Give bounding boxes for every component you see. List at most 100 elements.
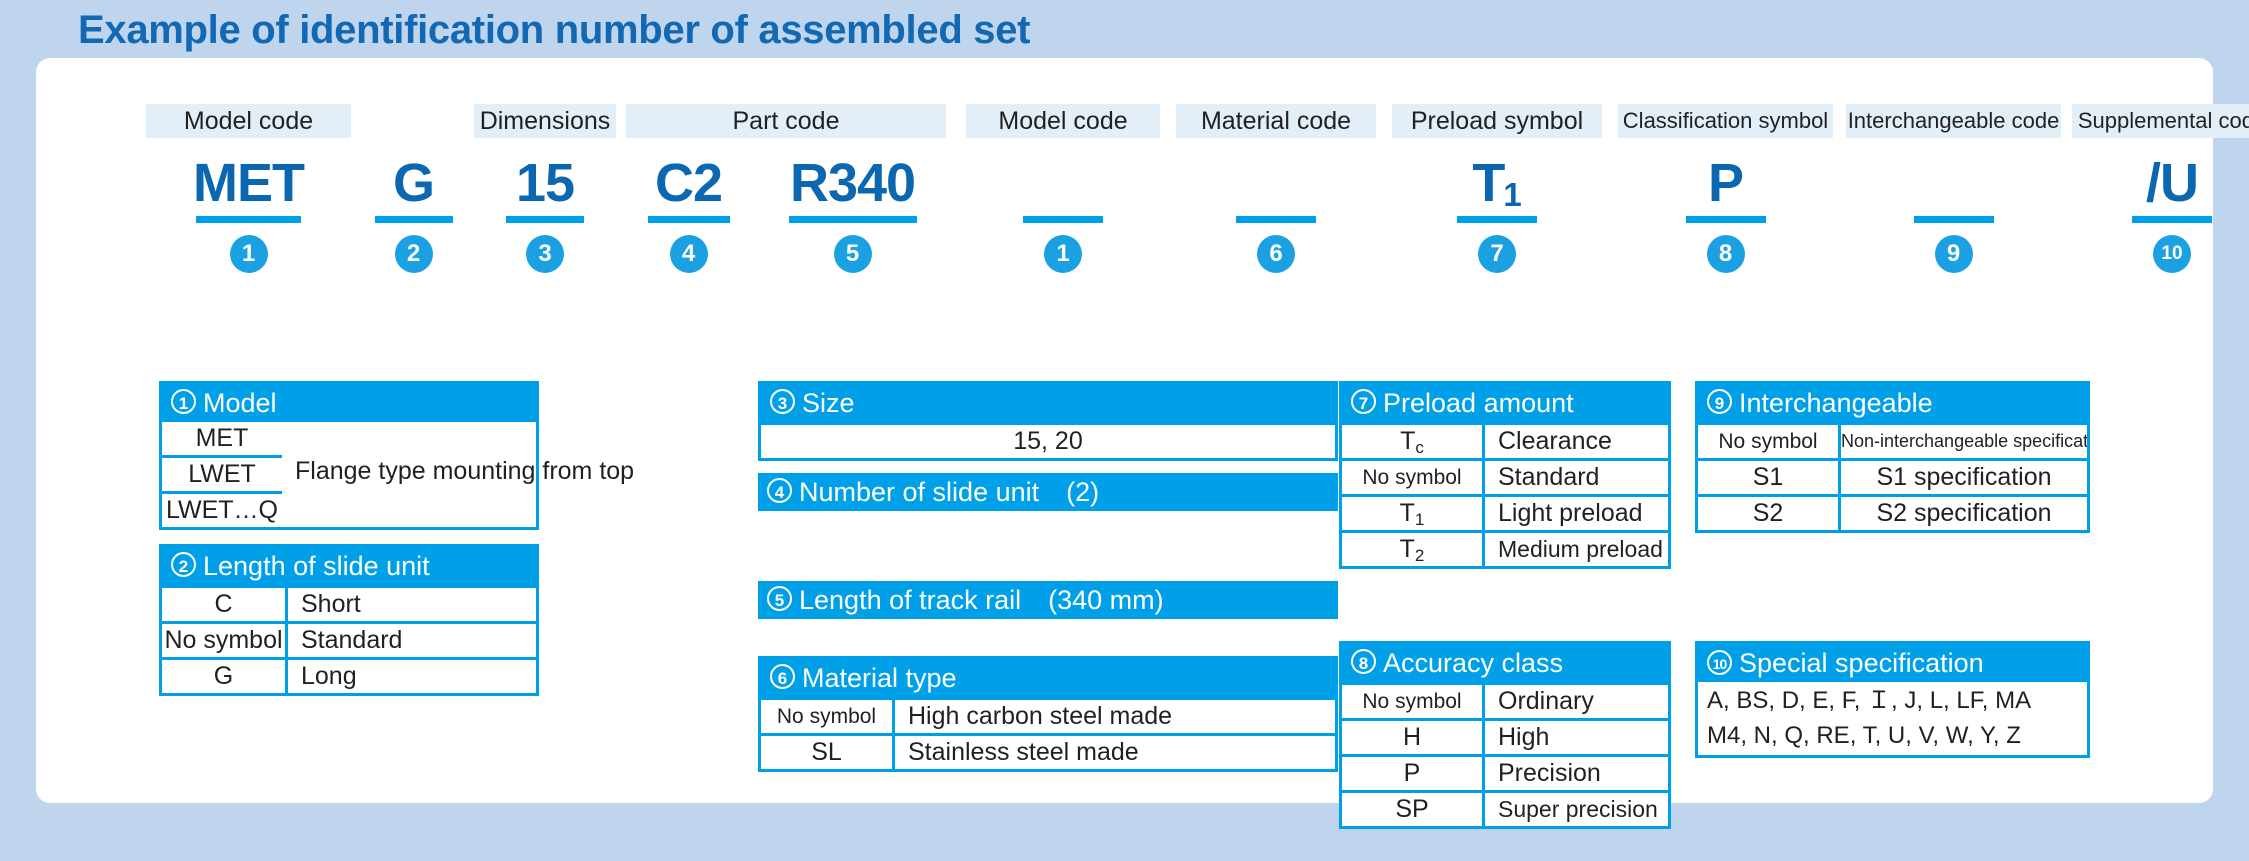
diagram-page: Example of identification number of asse… (0, 0, 2249, 861)
code-segment-value: /U (2146, 153, 2199, 213)
code-segment: R340 5 (759, 104, 946, 273)
code-segment-value: R340 (789, 153, 916, 213)
table-size-number: 3 (770, 389, 795, 414)
table-row: H High (1342, 718, 1668, 754)
code-segment-value: C2 (654, 153, 723, 213)
symbol-cell: SL (761, 736, 895, 769)
table-row: No symbol Non-interchangeable specificat… (1698, 422, 2087, 458)
table-preload-amount-header: 7 Preload amount (1342, 384, 1668, 422)
table-size-title: Size (802, 388, 855, 418)
code-segment-value (966, 152, 1160, 214)
table-material-type-header: 6 Material type (761, 659, 1335, 697)
size-value: 15, 20 (1013, 427, 1083, 455)
code-segment-badge: 7 (1478, 235, 1516, 273)
symbol-text: T (1399, 535, 1415, 563)
code-segment-underline (374, 216, 453, 223)
table-row: S1 S1 specification (1698, 458, 2087, 494)
table-size-header: 3 Size (761, 384, 1335, 422)
code-segment-underline (1023, 216, 1103, 223)
code-segment: Model code 1 (966, 104, 1160, 273)
table-slide-unit-length-number: 2 (171, 552, 196, 577)
code-segment: Classification symbol P 8 (1618, 104, 1833, 273)
symbol-cell: H (1342, 721, 1485, 754)
table-interchangeable-number: 9 (1707, 389, 1732, 414)
symbol-text: T (1399, 499, 1415, 527)
table-row: C Short (162, 585, 536, 621)
symbol-cell: No symbol (761, 700, 895, 733)
symbol-cell: SP (1342, 793, 1485, 826)
table-slide-unit-length: 2 Length of slide unit C Short No symbol … (159, 544, 539, 696)
code-segment-badge: 6 (1257, 235, 1295, 273)
code-segment-value: G (392, 153, 435, 213)
code-segment-badge: 9 (1934, 235, 1973, 273)
page-title: Example of identification number of asse… (78, 8, 1031, 52)
description-cell: Super precision (1498, 796, 1658, 822)
description-cell: Standard (1498, 463, 1600, 491)
table-row: 15, 20 (761, 422, 1335, 458)
table-row: No symbol Standard (162, 621, 536, 657)
code-segment-subscript: 1 (1503, 176, 1521, 213)
code-segment-underline (1236, 216, 1316, 223)
table-model-symbol: LWET…Q (165, 496, 279, 524)
code-segment: Model code MET 1 (146, 104, 351, 273)
code-segment-label: Model code (966, 104, 1160, 138)
code-segment: Interchangeable code 9 (1846, 104, 2061, 273)
code-segment-badge: 8 (1706, 235, 1745, 273)
code-segment-underline (506, 216, 584, 223)
table-row: No symbol High carbon steel made (761, 697, 1335, 733)
symbol-cell: P (1342, 757, 1485, 790)
code-segment: Part code C2 4 (626, 104, 946, 273)
table-row: SL Stainless steel made (761, 733, 1335, 769)
table-special-specification-number: 10 (1707, 650, 1732, 675)
table-preload-amount-number: 7 (1351, 389, 1376, 414)
table-preload-amount-title: Preload amount (1383, 388, 1574, 418)
description-cell: Standard (301, 626, 403, 654)
symbol-cell: T2 (1342, 533, 1485, 566)
description-cell: Precision (1498, 759, 1601, 787)
table-track-rail-length-number: 5 (767, 586, 792, 611)
code-segment-badge: 1 (229, 235, 268, 273)
code-segment-label: Preload symbol (1392, 104, 1602, 138)
code-segment-badge: 10 (2153, 235, 2191, 273)
code-segment-label (759, 104, 946, 138)
code-segment: Preload symbol T1 7 (1392, 104, 1602, 273)
table-model-header: 1 Model (162, 384, 536, 422)
code-segment-label: Supplemental code (2072, 104, 2249, 138)
symbol-subscript: 2 (1414, 546, 1425, 565)
table-slide-unit-count-header: 4 Number of slide unit (2) (758, 473, 1338, 511)
symbol-cell: No symbol (1698, 425, 1841, 458)
table-size: 3 Size 15, 20 (758, 381, 1338, 461)
symbol-cell: T1 (1342, 497, 1485, 530)
content-panel: Model code MET 1 G 2 Dimensions 15 3 Part code C… (36, 58, 2249, 829)
table-special-specification-header: 10 Special specification (1698, 644, 2087, 682)
description-cell: Light preload (1498, 499, 1643, 527)
table-track-rail-length-title: Length of track rail (340 mm) (799, 585, 1164, 615)
code-segment-underline (647, 216, 730, 223)
table-interchangeable-title: Interchangeable (1739, 388, 1933, 418)
description-cell: Clearance (1498, 427, 1612, 455)
table-track-rail-length: 5 Length of track rail (340 mm) (758, 581, 1338, 619)
table-material-type-title: Material type (802, 663, 957, 693)
code-segment-value (1176, 152, 1376, 214)
description-cell: Ordinary (1498, 687, 1594, 715)
table-accuracy-class-title: Accuracy class (1383, 648, 1564, 678)
table-slide-unit-count: 4 Number of slide unit (2) (758, 473, 1338, 511)
symbol-subscript: c (1415, 438, 1424, 457)
table-row: LWET (162, 455, 282, 491)
description-cell: Stainless steel made (908, 738, 1139, 766)
table-row: LWET…Q (162, 491, 282, 527)
table-model-description: Flange type mounting from top (295, 457, 635, 485)
symbol-subscript: 1 (1414, 510, 1425, 529)
symbol-cell: No symbol (1342, 685, 1485, 718)
code-segment-label: Dimensions (474, 104, 616, 138)
table-slide-unit-length-header: 2 Length of slide unit (162, 547, 536, 585)
description-cell: S1 specification (1876, 463, 2052, 491)
code-segment: Supplemental code/U 10 (2072, 104, 2249, 273)
table-model-number: 1 (171, 389, 196, 414)
code-segment-underline (1913, 216, 1994, 223)
table-row: MET (162, 422, 282, 455)
table-material-type: 6 Material type No symbol High carbon ste… (758, 656, 1338, 772)
description-cell: Long (301, 662, 357, 690)
symbol-cell: S1 (1698, 461, 1841, 494)
code-segment-badge: 5 (833, 235, 872, 273)
